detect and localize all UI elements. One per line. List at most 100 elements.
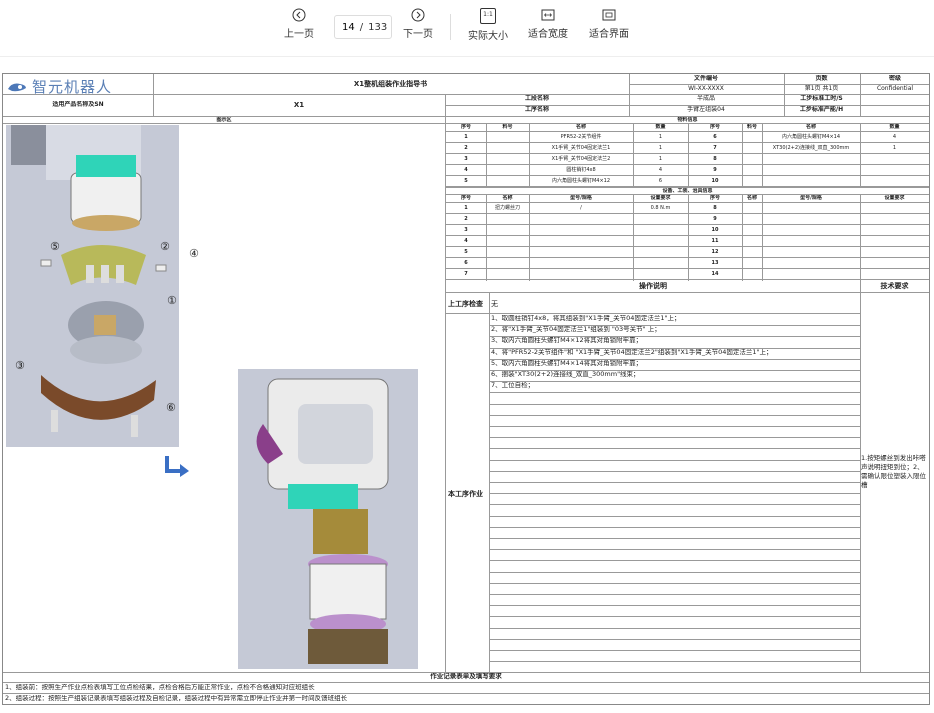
material-cell [762, 165, 860, 175]
secret-value: Confidential [876, 85, 914, 92]
grid-line [489, 482, 860, 483]
material-cell: 7 [713, 145, 717, 151]
grid-line [489, 470, 860, 472]
tool-cell [633, 214, 688, 224]
tool-cell [633, 269, 688, 279]
tool-cell: 5 [464, 249, 468, 255]
operation-step: 2、将"X1手臂_关节04固定法兰1"组装到 "03号关节" 上； [491, 326, 661, 334]
grid-line [529, 124, 530, 187]
page-separator: / [359, 21, 364, 33]
operation-step: 7、工位自检； [491, 382, 535, 390]
product-value: X1 [293, 101, 305, 109]
company-logo: 智元机器人 [6, 78, 156, 96]
material-cell: 6 [713, 134, 717, 140]
grid-line [489, 605, 860, 607]
material-cell: 内六角圆柱头螺钉M4×14 [781, 134, 841, 140]
current-page-input[interactable] [338, 21, 355, 33]
material-cell [486, 132, 529, 142]
tool-cell: 1 [464, 205, 468, 211]
grid-line [489, 515, 860, 517]
material-header-cell: 序号 [460, 124, 471, 130]
material-cell: 圆柱销钉4x8 [566, 167, 596, 173]
material-header-cell: 名称 [805, 124, 816, 130]
tool-cell [529, 214, 633, 224]
this-step-label: 本工序作业 [448, 490, 483, 498]
operation-step: 6、捆装"XT30(2+2)连接线_双直_300mm"线束； [491, 371, 640, 378]
chevron-right-icon [411, 8, 425, 22]
tool-cell [486, 214, 529, 224]
material-cell [486, 143, 529, 153]
grid-line [489, 448, 860, 450]
grid-line [489, 504, 860, 506]
tool-cell [486, 258, 529, 268]
grid-line [446, 187, 929, 188]
tool-cell: 12 [711, 249, 719, 255]
grid-line [489, 594, 860, 595]
material-cell: XT30(2+2)连接线_双直_300mm [772, 145, 850, 151]
actual-size-label: 实际大小 [468, 31, 508, 42]
material-cell: 1 [464, 134, 468, 140]
grid-line [633, 195, 634, 281]
grid-line [489, 493, 860, 495]
page-indicator: / 133 [334, 15, 392, 39]
grid-line [486, 124, 487, 187]
material-cell: 8 [713, 156, 717, 162]
material-cell [486, 176, 529, 186]
fit-page-label: 适合界面 [589, 29, 629, 40]
prev-page-button[interactable]: 上一页 [284, 8, 314, 40]
next-page-button[interactable]: 下一页 [403, 8, 433, 40]
tool-cell: 14 [711, 271, 719, 277]
tool-cell: 2 [464, 216, 468, 222]
callout-2: ② [160, 240, 170, 253]
material-cell: 1 [658, 145, 663, 151]
material-cell [860, 176, 929, 186]
material-cell [860, 154, 929, 164]
tool-cell: 9 [713, 216, 717, 222]
operation-step: 3、取内六角圆柱头螺钉M4×12将其对角锁附牢靠； [491, 337, 643, 345]
grid-line [489, 526, 860, 528]
callout-3: ③ [15, 359, 25, 372]
tool-cell [486, 269, 529, 279]
grid-line [633, 124, 634, 187]
grid-line [688, 195, 689, 281]
grid-line [489, 560, 860, 562]
grid-line [489, 582, 860, 584]
material-cell: 3 [464, 156, 468, 162]
grid-line [742, 195, 743, 281]
document-page: 智元机器人 X1整机组装作业指导书 文件编号 WI-XX-XXXX 页数 第1页… [2, 73, 930, 705]
tool-cell [633, 258, 688, 268]
tools-header-cell: 序号 [709, 195, 720, 201]
material-cell [860, 165, 929, 175]
material-cell: 2 [464, 145, 468, 151]
tool-cell [529, 225, 633, 235]
fit-width-button[interactable]: 适合宽度 [528, 8, 568, 40]
tool-cell: 0.8 N.m [650, 205, 671, 211]
callout-4: ④ [189, 247, 199, 260]
material-cell: 内六角圆柱头螺钉M4×12 [551, 178, 611, 184]
record-title: 作业记录表单及填写要求 [430, 673, 502, 680]
tools-header-cell: 序号 [460, 195, 471, 201]
material-cell: 4 [658, 167, 663, 173]
tool-cell: 8 [713, 205, 717, 211]
operation-step: 4、将"PFR52-2关节组件"和 "X1手臂_关节04固定法兰2"组装到"X1… [491, 348, 773, 356]
tool-cell [486, 236, 529, 246]
actual-size-button[interactable]: 1:1 实际大小 [468, 8, 508, 42]
grid-line [489, 549, 860, 551]
grid-line [489, 426, 860, 427]
actual-size-icon: 1:1 [480, 8, 496, 24]
file-no-label: 文件编号 [693, 75, 718, 82]
fit-page-button[interactable]: 适合界面 [589, 8, 629, 40]
grid-line [489, 638, 860, 640]
grid-line [742, 124, 743, 187]
doc-title: X1整机组装作业指导书 [353, 80, 428, 88]
operation-step: 1、取圆柱销钉4x8，将其组装到"X1手臂_关节04固定法兰1"上； [491, 315, 681, 322]
tech-requirements: 1.按矩螺丝到发出咔嗒声说明扭矩到位；2、需确认限位塑装入限位槽 [861, 454, 926, 490]
tool-cell: 扭力螺丝刀 [494, 205, 520, 211]
tool-cell [529, 247, 633, 257]
tool-cell [529, 258, 633, 268]
process-name-value: 半成品 [696, 95, 715, 102]
material-cell: 6 [658, 178, 663, 184]
material-cell [486, 165, 529, 175]
tool-cell: / [580, 205, 582, 211]
tools-header-cell: 名称 [502, 195, 513, 201]
